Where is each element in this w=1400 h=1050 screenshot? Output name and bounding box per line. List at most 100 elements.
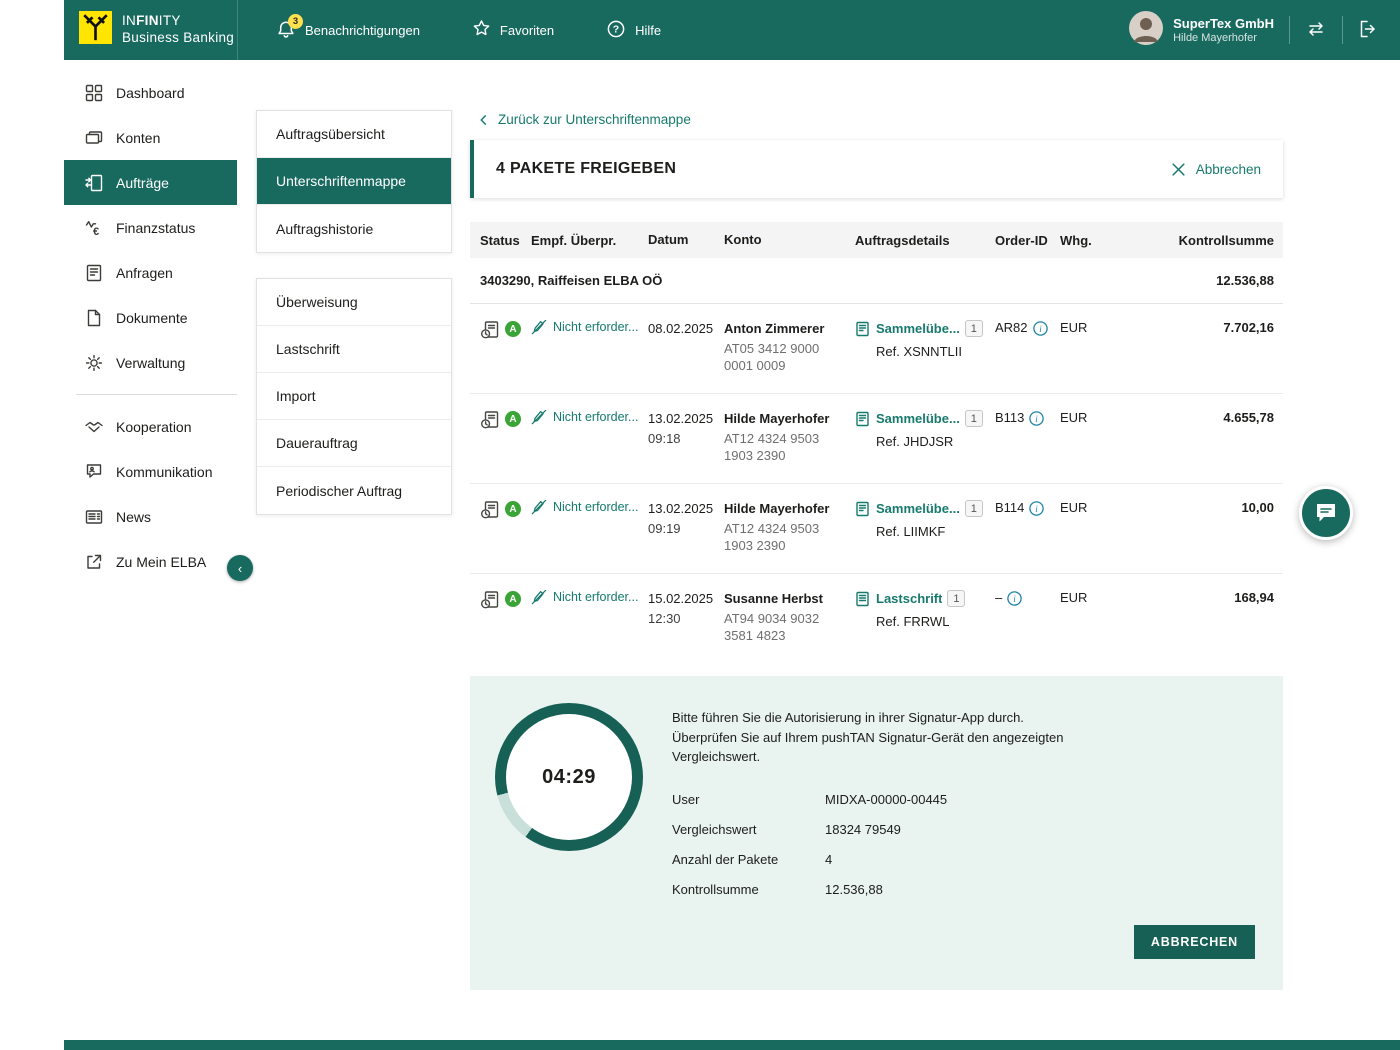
sidebar-item-dokumente[interactable]: Dokumente — [64, 295, 237, 340]
column-status: Status — [470, 233, 531, 248]
review-link[interactable]: Nicht erforder... — [531, 320, 648, 393]
sammelueberweisung-icon — [855, 501, 871, 517]
brand-subtitle: Business Banking — [122, 30, 234, 47]
field-value: 12.536,88 — [825, 882, 883, 897]
order-count-badge: 1 — [947, 590, 965, 607]
sidebar-item-news[interactable]: News — [64, 494, 237, 539]
topbar-nav: 3 Benachrichtigungen Favoriten ? Hilfe — [238, 19, 661, 42]
order-reference: Ref. JHDJSR — [876, 434, 995, 449]
subnav-item-auftragshistorie[interactable]: Auftragshistorie — [257, 205, 451, 252]
subnav-item-auftragsuebersicht[interactable]: Auftragsübersicht — [257, 111, 451, 158]
brand[interactable]: INFINITY Business Banking — [64, 0, 237, 60]
info-icon[interactable]: i — [1029, 501, 1044, 516]
sidebar-item-auftraege[interactable]: Aufträge — [64, 160, 237, 205]
sidebar-collapse-button[interactable]: ‹ — [227, 555, 253, 581]
account-menu[interactable]: SuperTex GmbH Hilde Mayerhofer — [1129, 11, 1274, 50]
pending-document-icon — [480, 590, 500, 610]
sidebar-item-verwaltung[interactable]: Verwaltung — [64, 340, 237, 385]
account-name: Hilde Mayerhofer — [724, 500, 845, 518]
column-account: Konto — [724, 231, 855, 249]
logout-button[interactable] — [1358, 19, 1378, 42]
subnav-item-dauerauftrag[interactable]: Dauerauftrag — [257, 420, 451, 467]
order-count-badge: 1 — [965, 320, 983, 337]
chevron-left-icon: ‹ — [238, 561, 242, 576]
favorites-button[interactable]: Favoriten — [472, 19, 554, 41]
page-header: 4 PAKETE FREIGEBEN Abbrechen — [470, 140, 1283, 198]
order-type-link[interactable]: Lastschrift 1 — [855, 590, 995, 607]
subnav-item-ueberweisung[interactable]: Überweisung — [257, 279, 451, 326]
help-label: Hilfe — [635, 23, 661, 38]
order-type-link[interactable]: Sammelübe... 1 — [855, 320, 995, 337]
subnav-item-import[interactable]: Import — [257, 373, 451, 420]
pending-document-icon — [480, 410, 500, 430]
sidebar-item-konten[interactable]: Konten — [64, 115, 237, 160]
currency-cell: EUR — [1060, 410, 1120, 483]
sidebar-item-kommunikation[interactable]: Kommunikation — [64, 449, 237, 494]
subnav-item-periodischer-auftrag[interactable]: Periodischer Auftrag — [257, 467, 451, 514]
order-id-cell: – i — [995, 590, 1060, 664]
documents-icon — [85, 309, 103, 327]
date-cell: 13.02.2025 09:19 — [648, 500, 724, 573]
review-link[interactable]: Nicht erforder... — [531, 590, 648, 664]
switch-account-button[interactable] — [1305, 18, 1327, 43]
back-link[interactable]: Zurück zur Unterschriftenmappe — [478, 112, 691, 127]
info-icon[interactable]: i — [1029, 411, 1044, 426]
table-row: A Nicht erforder... 13.02.2025 09:18 Hil… — [470, 394, 1283, 484]
sammelueberweisung-icon — [855, 321, 871, 337]
review-link[interactable]: Nicht erforder... — [531, 500, 648, 573]
order-id-cell: B114 i — [995, 500, 1060, 573]
subnav-item-unterschriftenmappe[interactable]: Unterschriftenmappe — [257, 158, 451, 205]
help-icon: ? — [606, 19, 626, 42]
abort-button[interactable]: ABBRECHEN — [1134, 925, 1255, 959]
pending-document-icon — [480, 320, 500, 340]
subnav-primary: Auftragsübersicht Unterschriftenmappe Au… — [256, 110, 452, 253]
table-row: A Nicht erforder... 15.02.2025 12:30 Sus… — [470, 574, 1283, 664]
authorization-panel: 04:29 Bitte führen Sie die Autorisierung… — [470, 676, 1283, 990]
status-cell: A — [470, 500, 531, 573]
review-link[interactable]: Nicht erforder... — [531, 410, 648, 483]
raiffeisen-logo — [79, 11, 112, 49]
date-cell: 15.02.2025 12:30 — [648, 590, 724, 664]
finance-status-icon: € — [85, 219, 103, 237]
sidebar-item-kooperation[interactable]: Kooperation — [64, 404, 237, 449]
lastschrift-icon — [855, 591, 871, 607]
sidebar-item-anfragen[interactable]: Anfragen — [64, 250, 237, 295]
account-cell: Hilde Mayerhofer AT12 4324 9503 1903 239… — [724, 500, 855, 573]
order-type-link[interactable]: Sammelübe... 1 — [855, 500, 995, 517]
currency-cell: EUR — [1060, 500, 1120, 573]
info-icon[interactable]: i — [1007, 591, 1022, 606]
account-cell: Hilde Mayerhofer AT12 4324 9503 1903 239… — [724, 410, 855, 483]
help-button[interactable]: ? Hilfe — [606, 19, 661, 42]
account-name: Hilde Mayerhofer — [724, 410, 845, 428]
sidebar-item-finanzstatus[interactable]: € Finanzstatus — [64, 205, 237, 250]
chat-fab-button[interactable] — [1299, 486, 1353, 540]
topbar-right: SuperTex GmbH Hilde Mayerhofer — [1129, 11, 1400, 50]
field-value: 4 — [825, 852, 832, 867]
notifications-label: Benachrichtigungen — [305, 23, 420, 38]
field-value: MIDXA-00000-00445 — [825, 792, 947, 807]
packages-table: 3403290, Raiffeisen ELBA OÖ 12.536,88 A … — [470, 258, 1283, 664]
order-type-link[interactable]: Sammelübe... 1 — [855, 410, 995, 427]
subnav-item-lastschrift[interactable]: Lastschrift — [257, 326, 451, 373]
svg-text:i: i — [1036, 414, 1039, 424]
sidebar-item-dashboard[interactable]: Dashboard — [64, 70, 237, 115]
table-header: Status Empf. Überpr. Datum Konto Auftrag… — [470, 222, 1283, 258]
signature-not-required-icon — [531, 410, 547, 425]
details-cell: Sammelübe... 1 Ref. JHDJSR — [855, 410, 995, 483]
sidebar-item-zu-mein-elba[interactable]: Zu Mein ELBA — [64, 539, 237, 584]
orders-icon — [85, 174, 103, 192]
chat-bubble-icon — [1314, 501, 1338, 525]
order-count-badge: 1 — [965, 410, 983, 427]
cancel-button[interactable]: Abbrechen — [1171, 162, 1261, 177]
info-icon[interactable]: i — [1033, 321, 1048, 336]
sammelueberweisung-icon — [855, 411, 871, 427]
bell-icon: 3 — [276, 20, 296, 40]
svg-text:i: i — [1039, 324, 1042, 334]
amount-cell: 168,94 — [1120, 590, 1283, 664]
order-count-badge: 1 — [965, 500, 983, 517]
status-cell: A — [470, 320, 531, 393]
notifications-button[interactable]: 3 Benachrichtigungen — [276, 20, 420, 40]
account-name: Anton Zimmerer — [724, 320, 845, 338]
settings-icon — [85, 354, 103, 372]
user-avatar — [1129, 11, 1163, 50]
